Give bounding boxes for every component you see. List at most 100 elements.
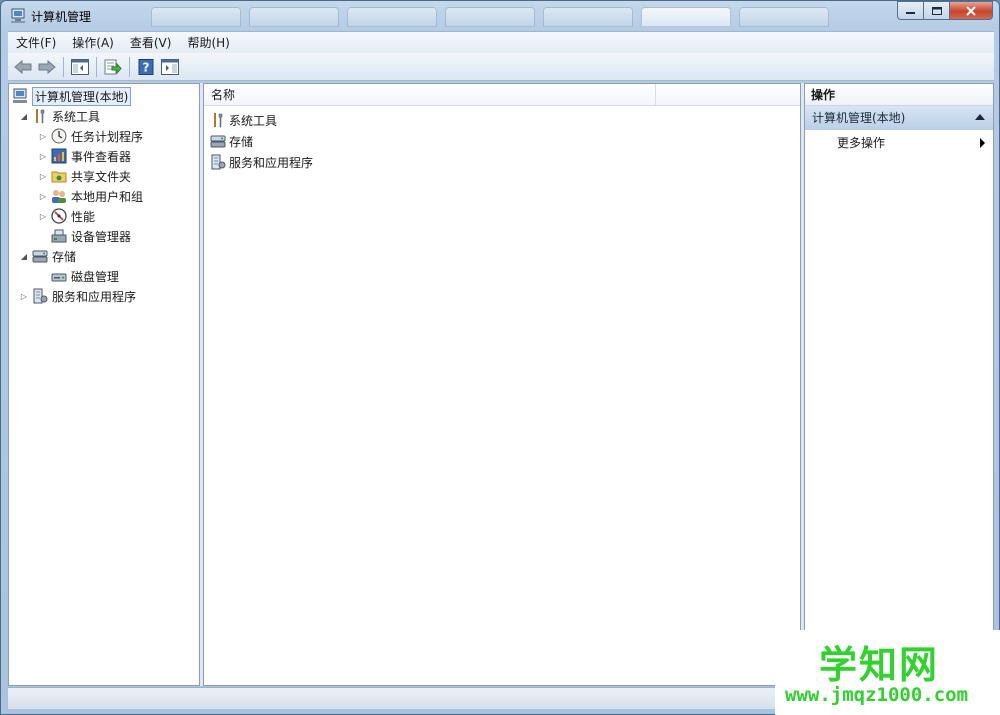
collapsed-arrow-icon[interactable]: ▷ <box>38 192 48 201</box>
actions-section-label: 计算机管理(本地) <box>812 111 906 125</box>
menu-view[interactable]: 查看(V) <box>122 33 180 53</box>
storage-icon <box>32 248 48 264</box>
tree-item-services-apps[interactable]: ▷ 服务和应用程序 <box>19 286 136 306</box>
column-header-row: 名称 <box>204 84 800 106</box>
ghost-tab <box>347 7 437 27</box>
tree-item-device-manager[interactable]: 设备管理器 <box>38 226 131 246</box>
menu-help[interactable]: 帮助(H) <box>179 33 237 53</box>
actions-header: 操作 <box>805 84 993 106</box>
tree-item-disk-management[interactable]: 磁盘管理 <box>38 266 119 286</box>
title-bar[interactable]: 计算机管理 <box>1 1 999 31</box>
menu-file[interactable]: 文件(F) <box>8 33 64 53</box>
help-button[interactable]: ? <box>135 56 157 78</box>
content-area: 计算机管理(本地) ◢ 系统工具 ▷ 任务计划程序 ▷ 事件查看器 ▷ 共享文件… <box>8 83 994 686</box>
watermark-url: www.jmqz1000.com <box>785 684 969 706</box>
tree-item-local-users[interactable]: ▷ 本地用户和组 <box>38 186 143 206</box>
action-pane-icon <box>161 58 179 75</box>
disk-icon <box>51 268 67 284</box>
expanded-arrow-icon[interactable]: ◢ <box>19 112 29 121</box>
actions-section-computer-management[interactable]: 计算机管理(本地) <box>805 106 993 130</box>
tools-icon <box>32 108 48 124</box>
collapse-caret-icon[interactable] <box>975 114 985 120</box>
tree-item-storage[interactable]: ◢ 存储 <box>19 246 76 266</box>
export-list-icon <box>104 59 122 74</box>
tree-label: 磁盘管理 <box>71 269 120 284</box>
toolbar-separator <box>63 56 64 77</box>
menu-bar: 文件(F) 操作(A) 查看(V) 帮助(H) <box>8 31 994 53</box>
computer-management-icon <box>11 8 25 23</box>
close-button[interactable] <box>949 1 993 20</box>
tree-label: 设备管理器 <box>71 229 132 244</box>
export-list-button[interactable] <box>102 56 124 78</box>
ghost-tab <box>739 7 829 27</box>
tree-label: 任务计划程序 <box>71 129 144 144</box>
tree-item-event-viewer[interactable]: ▷ 事件查看器 <box>38 146 131 166</box>
show-hide-console-tree-button[interactable] <box>69 56 91 78</box>
tree-item-performance[interactable]: ▷ 性能 <box>38 206 95 226</box>
site-watermark: 学知网 www.jmqz1000.com <box>775 630 1000 715</box>
ghost-tab <box>249 7 339 27</box>
show-hide-action-pane-button[interactable] <box>159 56 181 78</box>
actions-pane: 操作 计算机管理(本地) 更多操作 <box>804 83 994 631</box>
tree-item-task-scheduler[interactable]: ▷ 任务计划程序 <box>38 126 143 146</box>
svg-text:?: ? <box>143 60 150 74</box>
event-viewer-icon <box>51 148 67 164</box>
tree-label: 共享文件夹 <box>71 169 132 184</box>
window-title: 计算机管理 <box>31 10 92 24</box>
ghost-tab <box>151 7 241 27</box>
help-icon: ? <box>138 58 154 75</box>
collapsed-arrow-icon[interactable]: ▷ <box>38 152 48 161</box>
minimize-button[interactable] <box>897 1 923 20</box>
expanded-arrow-icon[interactable]: ◢ <box>19 252 29 261</box>
toolbar-separator <box>129 56 130 77</box>
collapsed-arrow-icon[interactable]: ▷ <box>38 132 48 141</box>
restore-icon <box>931 7 942 15</box>
menu-action[interactable]: 操作(A) <box>64 33 122 53</box>
forward-button[interactable] <box>36 56 58 78</box>
toolbar: ? <box>8 53 994 81</box>
console-tree-icon <box>71 58 89 75</box>
back-button[interactable] <box>12 56 34 78</box>
collapsed-arrow-icon[interactable]: ▷ <box>38 212 48 221</box>
console-tree: 计算机管理(本地) ◢ 系统工具 ▷ 任务计划程序 ▷ 事件查看器 ▷ 共享文件… <box>8 83 200 686</box>
storage-icon <box>210 133 226 149</box>
tree-label: 系统工具 <box>52 109 101 124</box>
services-icon <box>32 288 48 304</box>
maximize-button[interactable] <box>923 1 949 20</box>
performance-icon <box>51 208 67 224</box>
tree-label: 计算机管理(本地) <box>32 86 132 106</box>
close-icon <box>966 5 976 16</box>
list-item-label: 系统工具 <box>229 113 278 128</box>
results-list: 名称 系统工具 存储 服务和应用程序 <box>203 83 801 686</box>
list-item-label: 存储 <box>229 134 254 149</box>
back-arrow-icon <box>14 59 32 74</box>
collapsed-arrow-icon[interactable]: ▷ <box>19 292 29 301</box>
tools-icon <box>210 112 226 128</box>
tree-item-root[interactable]: 计算机管理(本地) <box>12 86 132 106</box>
tree-item-shared-folders[interactable]: ▷ 共享文件夹 <box>38 166 131 186</box>
column-header-blank <box>656 84 800 106</box>
tree-label: 存储 <box>52 249 77 264</box>
column-header-name[interactable]: 名称 <box>204 84 656 106</box>
more-actions-label: 更多操作 <box>837 136 886 150</box>
tree-label: 事件查看器 <box>71 149 132 164</box>
list-item[interactable]: 服务和应用程序 <box>210 152 313 172</box>
computer-icon <box>12 88 28 104</box>
more-actions-item[interactable]: 更多操作 <box>805 132 993 154</box>
shared-folder-icon <box>51 168 67 184</box>
watermark-title: 学知网 <box>819 643 940 687</box>
tree-item-system-tools[interactable]: ◢ 系统工具 <box>19 106 100 126</box>
list-item-label: 服务和应用程序 <box>229 155 314 170</box>
list-item[interactable]: 系统工具 <box>210 110 277 130</box>
device-manager-icon <box>51 228 67 244</box>
users-icon <box>51 188 67 204</box>
collapsed-arrow-icon[interactable]: ▷ <box>38 172 48 181</box>
tree-label: 服务和应用程序 <box>52 289 137 304</box>
ghost-tab <box>543 7 633 27</box>
ghost-tab <box>641 7 731 27</box>
background-taskbar-ghosts <box>151 7 829 29</box>
clock-icon <box>51 128 67 144</box>
tree-label: 本地用户和组 <box>71 189 144 204</box>
toolbar-separator <box>96 56 97 77</box>
list-item[interactable]: 存储 <box>210 131 253 151</box>
